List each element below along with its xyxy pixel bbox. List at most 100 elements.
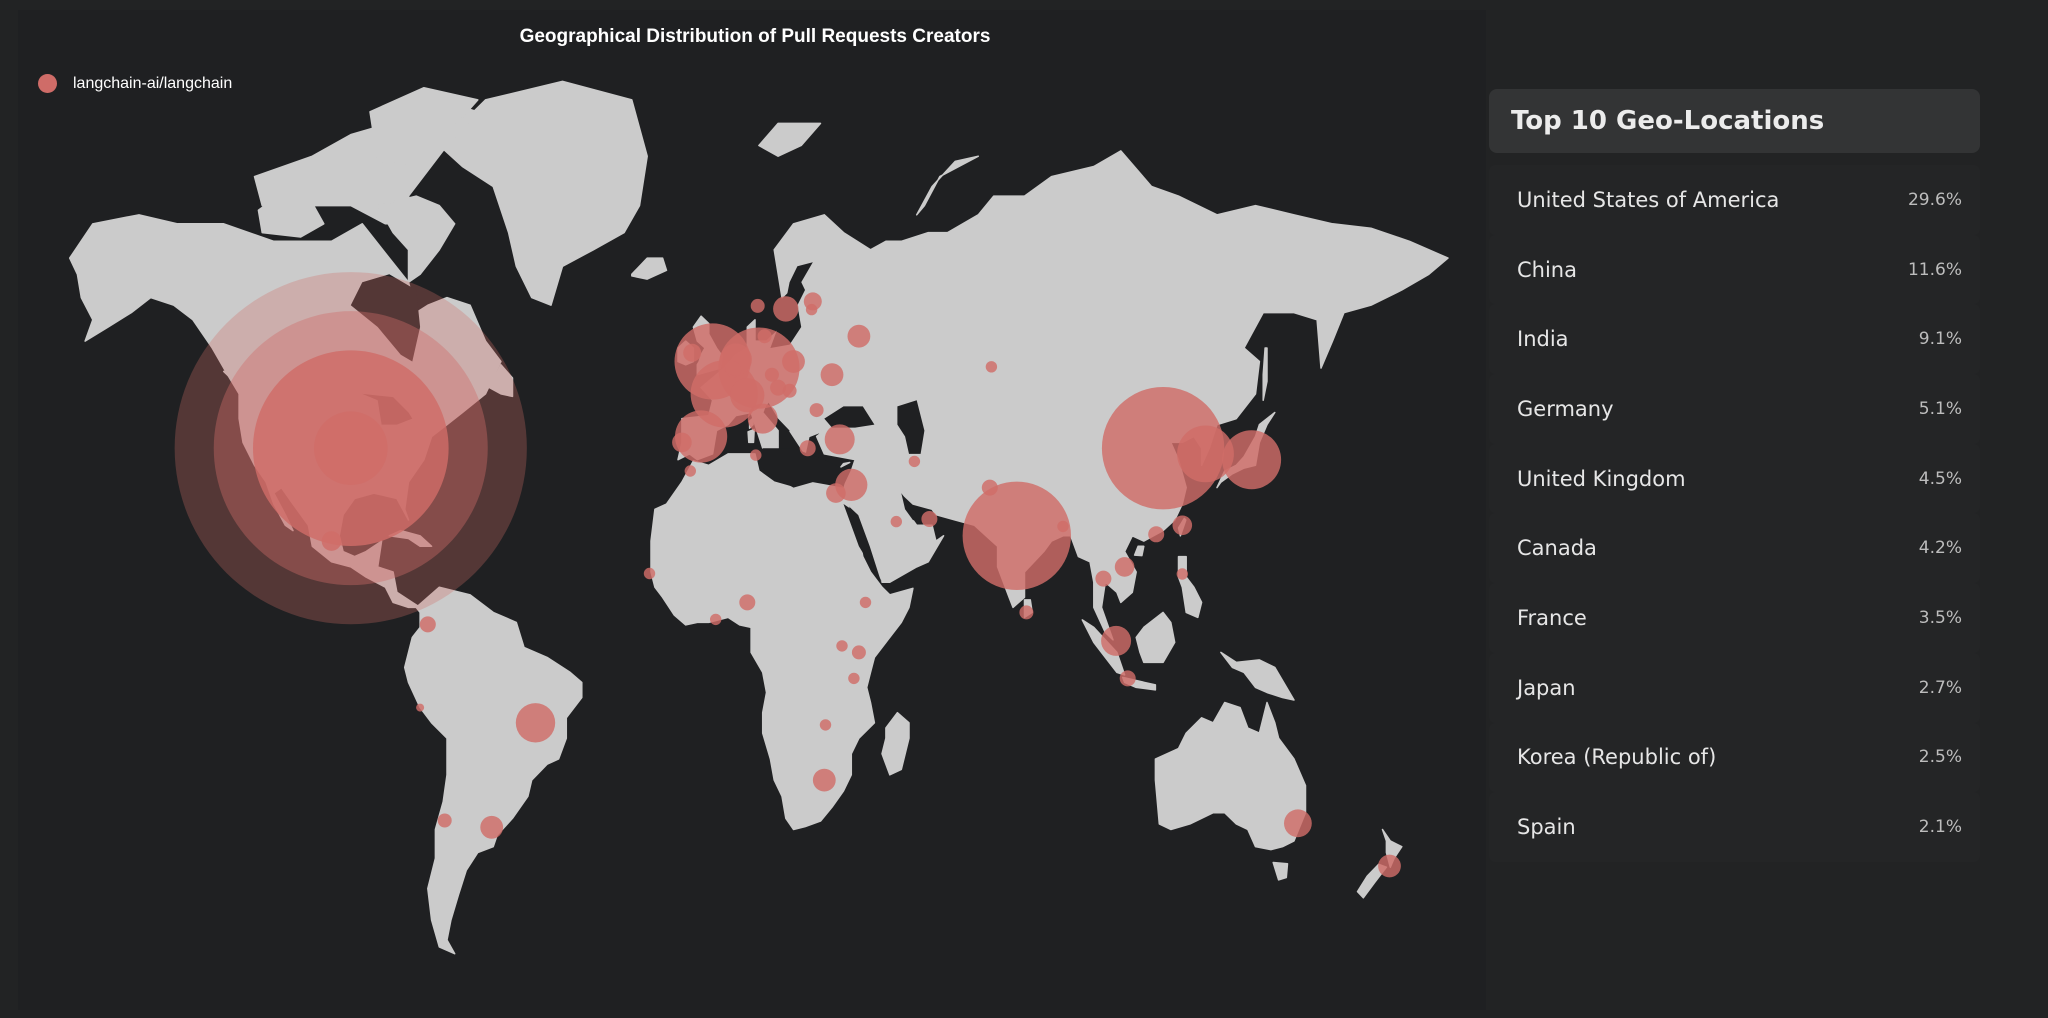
location-name: Japan [1517, 675, 1576, 700]
bubble-hong-kong[interactable] [1148, 526, 1165, 543]
location-row: Japan 2.7% [1489, 652, 1980, 723]
bubble-greece[interactable] [799, 440, 816, 457]
bubble-ireland[interactable] [683, 343, 702, 362]
top-locations-panel: Top 10 Geo-Locations United States of Am… [1489, 89, 1980, 878]
bubble-egypt[interactable] [826, 483, 846, 503]
bubble-ukraine[interactable] [820, 363, 844, 387]
page: Geographical Distribution of Pull Reques… [0, 0, 2048, 1018]
location-name: France [1517, 605, 1587, 630]
location-row: Germany 5.1% [1489, 374, 1980, 444]
landmass-hainan [1133, 545, 1145, 557]
location-name: United States of America [1517, 187, 1780, 212]
bubble-zambia[interactable] [819, 719, 832, 731]
landmass-australia [1154, 701, 1307, 851]
bubble-saudi-arabia[interactable] [890, 515, 902, 528]
bubble-brazil[interactable] [515, 703, 556, 743]
bubble-belgium[interactable] [725, 361, 742, 378]
bubble-uae[interactable] [921, 511, 938, 527]
bubble-vietnam[interactable] [1114, 557, 1135, 577]
location-percent: 2.1% [1918, 817, 1962, 838]
bubble-tanzania[interactable] [848, 672, 860, 685]
location-row: China 11.6% [1489, 234, 1980, 305]
bubble-portugal[interactable] [672, 432, 692, 453]
location-name: Canada [1517, 536, 1597, 561]
chart-title: Geographical Distribution of Pull Reques… [519, 26, 991, 47]
bubble-uganda[interactable] [836, 640, 848, 652]
bubble-korea-republic-of-[interactable] [1177, 425, 1234, 483]
bubble-czechia[interactable] [764, 367, 779, 382]
bubble-sri-lanka[interactable] [1019, 605, 1034, 620]
bubble-iran[interactable] [908, 455, 921, 468]
location-row: Korea (Republic of) 2.5% [1489, 722, 1980, 793]
location-percent: 11.6% [1907, 259, 1962, 280]
bubble-peru[interactable] [416, 703, 425, 712]
legend[interactable]: langchain-ai/langchain [38, 74, 232, 93]
location-percent: 2.5% [1918, 747, 1962, 768]
bubble-poland[interactable] [782, 350, 805, 373]
landmass-sardinia [747, 428, 755, 444]
location-row: United Kingdom 4.5% [1489, 443, 1980, 514]
bubble-australia[interactable] [1284, 809, 1312, 838]
bubble-estonia[interactable] [805, 303, 818, 316]
bubble-indonesia[interactable] [1119, 670, 1136, 687]
bubble-tunisia[interactable] [750, 449, 762, 461]
landmass-philippines [1177, 555, 1203, 619]
location-name: United Kingdom [1517, 466, 1686, 491]
bubble-canada[interactable] [314, 411, 388, 486]
bubble-philippines[interactable] [1176, 568, 1189, 580]
bubble-hungary[interactable] [782, 383, 797, 398]
bubble-sweden[interactable] [773, 296, 799, 322]
landmass-iceland [631, 257, 668, 280]
landmass-sakhalin [1262, 347, 1268, 401]
bubble-new-zealand[interactable] [1378, 854, 1401, 878]
bubble-denmark[interactable] [757, 329, 772, 344]
bubble-bangladesh[interactable] [1057, 520, 1069, 533]
bubble-argentina[interactable] [480, 815, 504, 839]
bubble-kenya[interactable] [851, 645, 866, 660]
bubble-pakistan[interactable] [981, 479, 998, 496]
bubble-south-africa[interactable] [812, 768, 836, 792]
bubble-senegal[interactable] [643, 567, 656, 580]
bubble-mexico[interactable] [321, 531, 342, 551]
bubble-kazakhstan[interactable] [985, 361, 998, 373]
bubble-taiwan[interactable] [1172, 515, 1193, 536]
legend-label: langchain-ai/langchain [73, 74, 233, 92]
landmass-new-guinea [1220, 651, 1295, 701]
location-name: Korea (Republic of) [1517, 745, 1717, 770]
bubble-norway[interactable] [750, 298, 765, 313]
location-name: China [1517, 257, 1577, 282]
landmass-south-america [403, 586, 583, 955]
top-locations-title: Top 10 Geo-Locations [1489, 89, 1980, 153]
location-row: India 9.1% [1489, 304, 1980, 375]
location-row: Canada 4.2% [1489, 513, 1980, 584]
location-name: India [1517, 327, 1569, 352]
bubble-thailand[interactable] [1095, 570, 1112, 587]
bubble-romania[interactable] [809, 403, 824, 418]
location-percent: 4.5% [1918, 468, 1962, 489]
top-locations-list: United States of America 29.6% China 11.… [1489, 165, 1980, 862]
bubble-singapore[interactable] [1101, 625, 1132, 656]
location-name: Germany [1517, 396, 1614, 421]
bubble-nigeria[interactable] [739, 594, 756, 611]
location-percent: 5.1% [1918, 398, 1962, 419]
landmass-svalbard [758, 122, 822, 157]
bubble-ghana[interactable] [710, 613, 722, 626]
bubble-india[interactable] [962, 481, 1071, 590]
bubble-colombia[interactable] [419, 616, 436, 633]
location-percent: 3.5% [1918, 607, 1962, 628]
bubble-ethiopia[interactable] [859, 596, 872, 609]
bubble-italy[interactable] [747, 403, 778, 434]
location-row: France 3.5% [1489, 583, 1980, 653]
bubble-chile[interactable] [437, 813, 452, 828]
location-row: Spain 2.1% [1489, 792, 1980, 862]
bubble-russia[interactable] [847, 324, 871, 348]
landmass-indonesia-borneo [1135, 611, 1176, 664]
landmass-novaya-zemlya [915, 155, 980, 216]
world-map[interactable] [0, 0, 1490, 1018]
bubble-morocco[interactable] [684, 465, 696, 477]
location-percent: 9.1% [1918, 329, 1962, 350]
bubble-turkey[interactable] [824, 424, 855, 455]
location-row: United States of America 29.6% [1489, 165, 1980, 235]
location-percent: 4.2% [1918, 538, 1962, 559]
location-percent: 29.6% [1907, 189, 1962, 210]
